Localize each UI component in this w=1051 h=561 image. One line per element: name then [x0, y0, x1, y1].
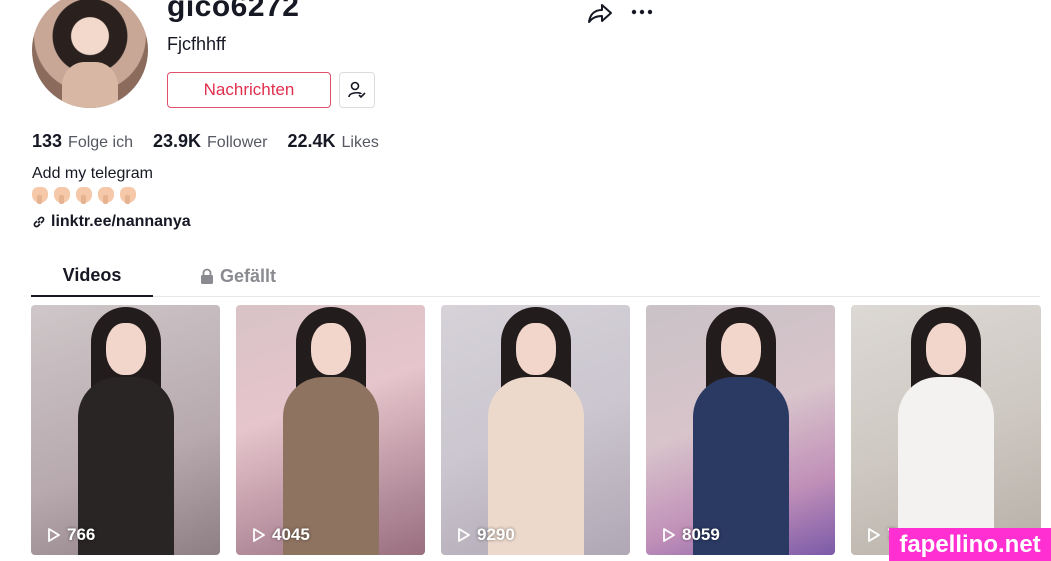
- video-thumbnail-face: [515, 323, 556, 375]
- play-icon: [253, 528, 265, 542]
- play-icon: [48, 528, 60, 542]
- pointing-down-icon: [98, 187, 114, 204]
- tab-videos-label: Videos: [62, 264, 122, 285]
- profile-tabs: Videos Gefällt: [31, 255, 1040, 297]
- pointing-down-icon: [32, 187, 48, 204]
- tab-liked-label: Gefällt: [219, 265, 276, 286]
- video-card[interactable]: 8059: [646, 305, 835, 555]
- video-view-count: 766: [47, 525, 95, 545]
- stat-label: Follower: [207, 134, 268, 151]
- play-icon: [663, 528, 675, 542]
- stat-value: 133: [32, 131, 63, 151]
- video-thumbnail-face: [105, 323, 146, 375]
- share-icon[interactable]: [586, 0, 614, 26]
- tab-videos[interactable]: Videos: [31, 255, 153, 297]
- more-icon[interactable]: [630, 0, 656, 26]
- video-view-count: 8059: [662, 525, 720, 545]
- pointing-down-icon: [54, 187, 70, 204]
- video-thumbnail-face: [310, 323, 351, 375]
- stat-value: 22.4K: [287, 131, 336, 151]
- profile-avatar: [32, 0, 148, 108]
- video-grid: 766 4045 9290 8059 7: [31, 305, 1041, 555]
- pointing-down-icon: [76, 187, 92, 204]
- video-views: 766: [67, 525, 96, 544]
- tab-liked[interactable]: Gefällt: [153, 255, 323, 297]
- video-views: 4045: [272, 525, 310, 544]
- message-button[interactable]: Nachrichten: [167, 72, 331, 108]
- video-card[interactable]: 7: [851, 305, 1041, 555]
- watermark: fapellino.net: [889, 528, 1051, 561]
- stat-likes: 22.4K Likes: [287, 131, 378, 152]
- video-views: 9290: [477, 525, 515, 544]
- pointing-down-icon: [120, 187, 136, 204]
- profile-bio: Add my telegram: [32, 165, 153, 182]
- video-thumbnail-face: [926, 323, 966, 375]
- play-icon: [458, 528, 470, 542]
- video-thumbnail-face: [720, 323, 761, 375]
- profile-link-text: linktr.ee/nannanya: [51, 213, 191, 230]
- profile-link[interactable]: linktr.ee/nannanya: [32, 213, 191, 231]
- stat-value: 23.9K: [152, 131, 202, 151]
- video-view-count: 9290: [457, 525, 515, 545]
- play-icon: [868, 528, 880, 542]
- stat-label: Likes: [341, 134, 379, 151]
- profile-nickname: Fjcfhhff: [167, 34, 226, 54]
- profile-stats: 133 Folge ich 23.9K Follower 22.4K Likes: [32, 131, 379, 152]
- video-card[interactable]: 4045: [236, 305, 425, 555]
- profile-username: gico6272: [167, 0, 300, 23]
- stat-following[interactable]: 133 Folge ich: [32, 131, 133, 152]
- video-views: 8059: [682, 525, 720, 544]
- user-check-icon: [348, 81, 366, 99]
- stat-label: Folge ich: [68, 134, 133, 151]
- pointing-down-emoji-row: [32, 187, 136, 204]
- video-view-count: 4045: [252, 525, 310, 545]
- link-icon: [33, 216, 45, 228]
- video-card[interactable]: 766: [31, 305, 220, 555]
- video-card[interactable]: 9290: [441, 305, 630, 555]
- stat-followers[interactable]: 23.9K Follower: [153, 131, 268, 152]
- lock-icon: [200, 268, 213, 284]
- following-status-button[interactable]: [339, 72, 375, 108]
